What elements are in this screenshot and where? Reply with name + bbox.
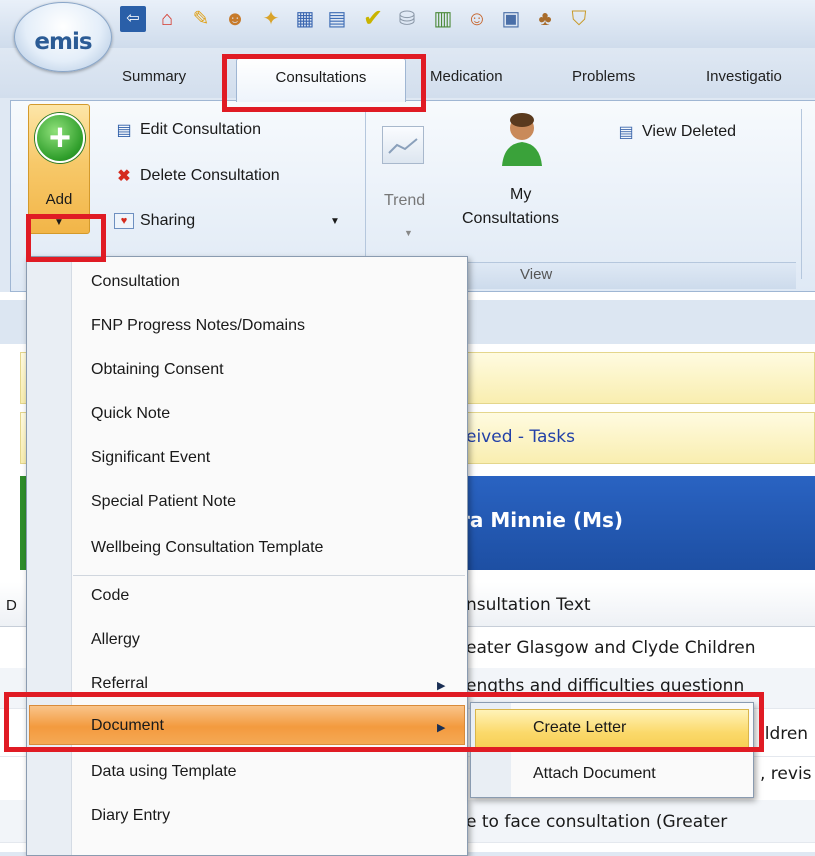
sharing-icon: ♥ [114, 213, 134, 229]
delete-consultation-button[interactable]: ✖ Delete Consultation [114, 166, 280, 186]
submenu-item-attach-document[interactable]: Attach Document [533, 765, 656, 783]
menu-item-referral[interactable]: Referral [91, 675, 148, 693]
database-icon[interactable]: ⛁ [394, 6, 420, 32]
magic-wand-icon[interactable]: ✦ [258, 6, 284, 32]
table-row[interactable]: , revis [760, 764, 815, 784]
referral-submenu-arrow-icon: ▶ [437, 680, 446, 692]
add-dropdown-menu: Consultation FNP Progress Notes/Domains … [26, 256, 468, 856]
column-header-edge[interactable]: D [6, 597, 17, 614]
table-row[interactable]: ildren [760, 724, 815, 744]
report-icon[interactable]: ▥ [430, 6, 456, 32]
delete-icon: ✖ [117, 168, 131, 185]
menu-item-code[interactable]: Code [91, 587, 129, 605]
menu-item-obtaining-consent[interactable]: Obtaining Consent [91, 361, 224, 379]
sharing-dropdown-arrow[interactable]: ▼ [330, 216, 340, 227]
menu-item-fnp-progress-notes[interactable]: FNP Progress Notes/Domains [91, 317, 305, 335]
plus-icon: + [35, 113, 85, 163]
ribbon-group-view-label: View [520, 266, 553, 283]
shield-icon[interactable]: ⛉ [566, 6, 592, 32]
patient-name: ra Minnie (Ms) [460, 508, 624, 532]
tab-summary[interactable]: Summary [122, 68, 186, 85]
menu-item-quick-note[interactable]: Quick Note [91, 405, 170, 423]
document-submenu: Create Letter Attach Document [470, 702, 754, 798]
chevron-down-icon[interactable]: ▼ [29, 217, 89, 228]
submenu-item-create-letter[interactable]: Create Letter [533, 719, 626, 737]
menu-item-allergy[interactable]: Allergy [91, 631, 140, 649]
home-icon[interactable]: ⌂ [154, 6, 180, 32]
deleted-document-icon: ▤ [618, 124, 634, 141]
tab-medication[interactable]: Medication [430, 68, 503, 85]
my-consultations-user-icon [500, 112, 544, 168]
ribbon-separator [801, 109, 802, 279]
document-icon[interactable]: ▣ [498, 6, 524, 32]
column-header-consultation-text[interactable]: nsultation Text [466, 595, 591, 615]
view-deleted-button[interactable]: ▤ View Deleted [616, 122, 736, 142]
table-row[interactable]: engths and difficulties questionn [466, 676, 815, 696]
trend-button[interactable]: Trend [384, 192, 425, 210]
my-consultations-line1[interactable]: My [510, 186, 531, 204]
add-button[interactable]: + Add ▼ [28, 104, 90, 234]
ribbon-separator [365, 109, 366, 279]
tab-investigations[interactable]: Investigatio [706, 68, 782, 85]
tab-problems[interactable]: Problems [572, 68, 635, 85]
menu-item-diary-entry[interactable]: Diary Entry [91, 807, 170, 825]
edit-table-icon: ▤ [116, 122, 132, 139]
document-submenu-arrow-icon: ▶ [437, 722, 446, 734]
tab-strip: Summary Medication Problems Investigatio [0, 48, 815, 98]
chart-icon[interactable]: ▦ [292, 6, 318, 32]
emis-logo[interactable]: emis [14, 2, 112, 72]
view-deleted-label: View Deleted [642, 123, 736, 140]
users-icon[interactable]: ☺ [464, 6, 490, 32]
menu-item-significant-event[interactable]: Significant Event [91, 449, 210, 467]
edit-consultation-label: Edit Consultation [140, 121, 261, 138]
menu-item-consultation[interactable]: Consultation [91, 273, 180, 291]
edit-consultation-button[interactable]: ▤ Edit Consultation [114, 120, 261, 140]
quick-access-bar: ⇦ ⌂ ✎ ☻ ✦ ▦ ▤ ✔ ⛁ ▥ ☺ ▣ ♣ ⛉ [0, 0, 815, 48]
table-row[interactable]: eater Glasgow and Clyde Children [466, 638, 815, 658]
calendar-icon[interactable]: ▤ [324, 6, 350, 32]
delete-consultation-label: Delete Consultation [140, 167, 280, 184]
pencil-icon[interactable]: ✎ [188, 6, 214, 32]
menu-gutter [27, 257, 72, 855]
logo-text: emis [34, 29, 92, 55]
menu-item-document[interactable]: Document [91, 717, 164, 735]
menu-separator [73, 575, 465, 576]
sharing-label: Sharing [140, 212, 196, 229]
menu-item-wellbeing-template[interactable]: Wellbeing Consultation Template [91, 539, 323, 557]
add-label: Add [45, 191, 73, 208]
menu-item-data-using-template[interactable]: Data using Template [91, 763, 237, 781]
tasks-alert-text[interactable]: eived - Tasks [466, 427, 575, 447]
my-consultations-line2[interactable]: Consultations [462, 210, 559, 228]
checkmark-icon[interactable]: ✔ [360, 6, 386, 32]
trend-chart-icon [382, 126, 424, 164]
trend-dropdown-arrow[interactable]: ▼ [404, 228, 413, 238]
sharing-button[interactable]: ♥ Sharing [114, 212, 195, 230]
table-row[interactable]: e to face consultation (Greater [466, 812, 815, 832]
back-arrow-icon[interactable]: ⇦ [120, 6, 146, 32]
tab-consultations[interactable]: Consultations [236, 58, 406, 102]
user-settings-icon[interactable]: ☻ [222, 6, 248, 32]
hierarchy-icon[interactable]: ♣ [532, 6, 558, 32]
menu-item-special-patient-note[interactable]: Special Patient Note [91, 493, 236, 511]
